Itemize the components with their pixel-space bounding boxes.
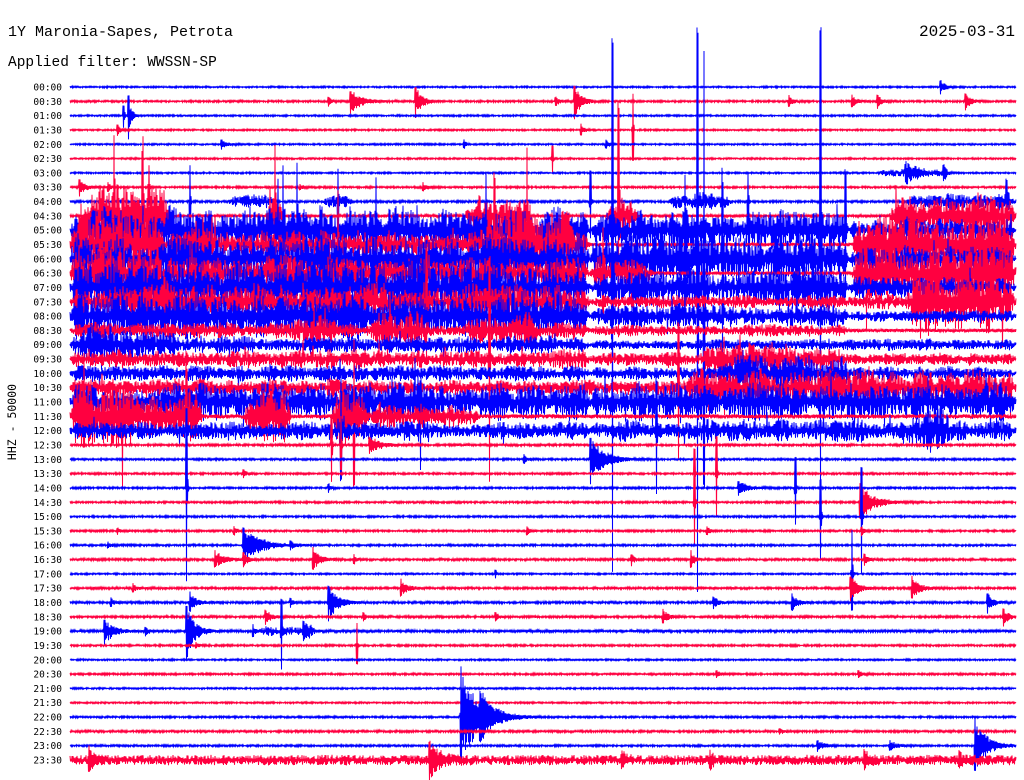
time-label-18:30: 18:30 bbox=[33, 612, 62, 623]
time-label-16:30: 16:30 bbox=[33, 555, 62, 566]
trace-18:30 bbox=[69, 608, 1017, 627]
trace-16:30 bbox=[69, 546, 1017, 570]
time-label-05:30: 05:30 bbox=[33, 240, 62, 251]
trace-17:30 bbox=[69, 575, 1017, 602]
chart-title: 1Y Maronia-Sapes, Petrota bbox=[8, 24, 233, 41]
time-label-15:00: 15:00 bbox=[33, 512, 62, 523]
time-label-21:00: 21:00 bbox=[33, 684, 62, 695]
time-label-01:00: 01:00 bbox=[33, 111, 62, 122]
time-label-16:00: 16:00 bbox=[33, 541, 62, 552]
time-label-17:30: 17:30 bbox=[33, 584, 62, 595]
time-label-05:00: 05:00 bbox=[33, 226, 62, 237]
time-label-19:30: 19:30 bbox=[33, 641, 62, 652]
time-label-20:00: 20:00 bbox=[33, 655, 62, 666]
time-label-15:30: 15:30 bbox=[33, 526, 62, 537]
trace-17:00 bbox=[69, 530, 1017, 611]
trace-15:30 bbox=[69, 526, 1017, 537]
time-label-11:30: 11:30 bbox=[33, 412, 62, 423]
time-label-10:00: 10:00 bbox=[33, 369, 62, 380]
time-label-10:30: 10:30 bbox=[33, 383, 62, 394]
time-label-08:30: 08:30 bbox=[33, 326, 62, 337]
trace-14:30 bbox=[69, 464, 1017, 547]
time-label-00:30: 00:30 bbox=[33, 97, 62, 108]
time-label-07:00: 07:00 bbox=[33, 283, 62, 294]
time-label-03:30: 03:30 bbox=[33, 183, 62, 194]
time-label-22:00: 22:00 bbox=[33, 713, 62, 724]
helicorder-plot: 1Y Maronia-Sapes, Petrota 2025-03-31 App… bbox=[5, 23, 1017, 780]
filter-label: Applied filter: WWSSN-SP bbox=[8, 55, 217, 71]
trace-20:30 bbox=[69, 670, 1017, 679]
time-label-04:00: 04:00 bbox=[33, 197, 62, 208]
time-label-09:30: 09:30 bbox=[33, 355, 62, 366]
time-label-08:00: 08:00 bbox=[33, 312, 62, 323]
time-label-12:00: 12:00 bbox=[33, 426, 62, 437]
chart-date: 2025-03-31 bbox=[919, 23, 1015, 41]
time-label-13:30: 13:30 bbox=[33, 469, 62, 480]
time-label-21:30: 21:30 bbox=[33, 698, 62, 709]
time-label-00:00: 00:00 bbox=[33, 83, 62, 94]
time-label-17:00: 17:00 bbox=[33, 569, 62, 580]
trace-02:00 bbox=[69, 139, 1017, 150]
time-axis-labels: 00:00 00:30 01:00 01:30 02:00 02:30 03:00 03:30… bbox=[33, 83, 62, 767]
trace-01:30 bbox=[69, 93, 1017, 161]
time-label-02:30: 02:30 bbox=[33, 154, 62, 165]
time-label-18:00: 18:00 bbox=[33, 598, 62, 609]
time-label-04:30: 04:30 bbox=[33, 211, 62, 222]
time-label-23:30: 23:30 bbox=[33, 756, 62, 767]
trace-20:00 bbox=[69, 657, 1017, 663]
trace-22:30 bbox=[69, 728, 1017, 735]
seismic-traces bbox=[69, 27, 1017, 780]
trace-21:30 bbox=[69, 700, 1017, 706]
time-label-13:00: 13:00 bbox=[33, 455, 62, 466]
time-label-19:00: 19:00 bbox=[33, 627, 62, 638]
time-label-03:00: 03:00 bbox=[33, 168, 62, 179]
time-label-06:00: 06:00 bbox=[33, 254, 62, 265]
trace-21:00 bbox=[69, 685, 1017, 692]
time-label-23:00: 23:00 bbox=[33, 741, 62, 752]
time-label-14:00: 14:00 bbox=[33, 483, 62, 494]
trace-00:00 bbox=[69, 80, 1017, 95]
time-label-01:30: 01:30 bbox=[33, 126, 62, 137]
time-label-20:30: 20:30 bbox=[33, 670, 62, 681]
time-label-12:30: 12:30 bbox=[33, 441, 62, 452]
time-label-22:30: 22:30 bbox=[33, 727, 62, 738]
y-axis-label: HHZ - 50000 bbox=[5, 384, 19, 460]
trace-03:00 bbox=[69, 161, 1017, 185]
time-label-09:00: 09:00 bbox=[33, 340, 62, 351]
time-label-02:00: 02:00 bbox=[33, 140, 62, 151]
time-label-07:30: 07:30 bbox=[33, 297, 62, 308]
time-label-06:30: 06:30 bbox=[33, 269, 62, 280]
trace-02:30 bbox=[69, 145, 1017, 174]
time-label-11:00: 11:00 bbox=[33, 398, 62, 409]
time-label-14:30: 14:30 bbox=[33, 498, 62, 509]
